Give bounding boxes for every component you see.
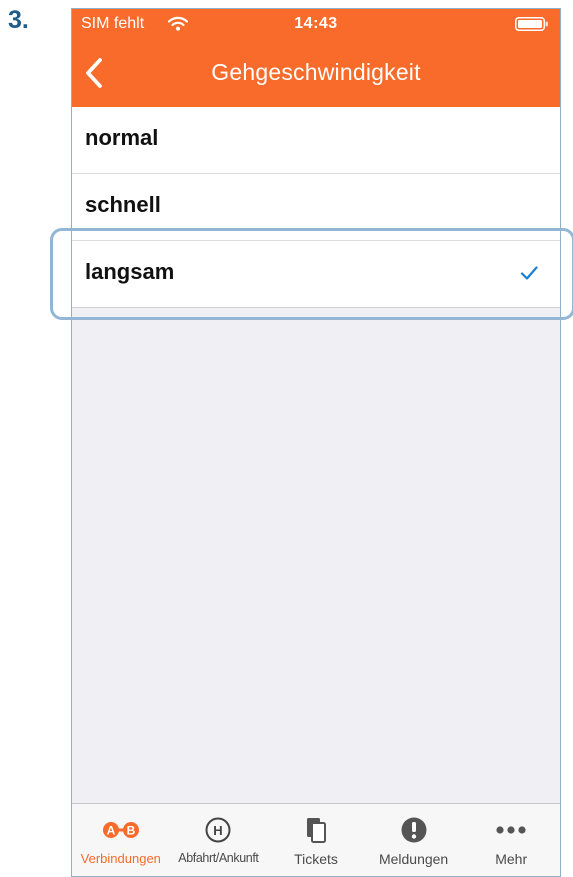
tab-label: Mehr	[495, 851, 528, 867]
tickets-icon	[306, 818, 326, 843]
tab-label: Meldungen	[378, 851, 449, 867]
alert-icon	[401, 817, 427, 843]
svg-text:H: H	[214, 823, 223, 838]
tab-abfahrt-ankunft[interactable]: H Abfahrt/Ankunft	[170, 804, 268, 876]
a-to-b-icon: A B	[102, 822, 139, 838]
more-dots-icon	[496, 826, 526, 834]
battery-icon	[515, 17, 548, 31]
tab-mehr[interactable]: Mehr	[462, 804, 560, 876]
status-bar: SIM fehlt 14:43	[72, 9, 560, 39]
tab-label: Abfahrt/Ankunft	[178, 851, 259, 865]
svg-text:B: B	[126, 824, 135, 838]
tab-label: Verbindungen	[80, 851, 161, 866]
option-label: langsam	[85, 259, 175, 284]
option-label: schnell	[85, 192, 161, 217]
checkmark-icon	[520, 266, 538, 280]
tab-tickets[interactable]: Tickets	[267, 804, 365, 876]
tab-label: Tickets	[294, 851, 338, 867]
clock: 14:43	[294, 15, 338, 32]
option-schnell[interactable]: schnell	[72, 173, 560, 240]
option-langsam[interactable]: langsam	[72, 240, 560, 307]
option-normal[interactable]: normal	[72, 107, 560, 173]
tab-verbindungen[interactable]: A B Verbindungen	[72, 804, 170, 876]
option-label: normal	[85, 125, 159, 150]
navigation-bar: Gehgeschwindigkeit	[72, 43, 560, 105]
svg-text:A: A	[106, 824, 115, 838]
phone-screen: SIM fehlt 14:43 Gehgeschwindigkeit norma…	[71, 8, 561, 877]
step-number: 3.	[8, 6, 29, 34]
tab-bar: A B Verbindungen H Abfahrt/Ankunft Ticke…	[72, 803, 560, 876]
app-header: SIM fehlt 14:43 Gehgeschwindigkeit	[72, 9, 560, 107]
tab-meldungen[interactable]: Meldungen	[365, 804, 463, 876]
speed-options-list: normal schnell langsam	[72, 107, 560, 308]
page-title: Gehgeschwindigkeit	[211, 59, 421, 85]
stop-h-icon: H	[205, 817, 231, 843]
